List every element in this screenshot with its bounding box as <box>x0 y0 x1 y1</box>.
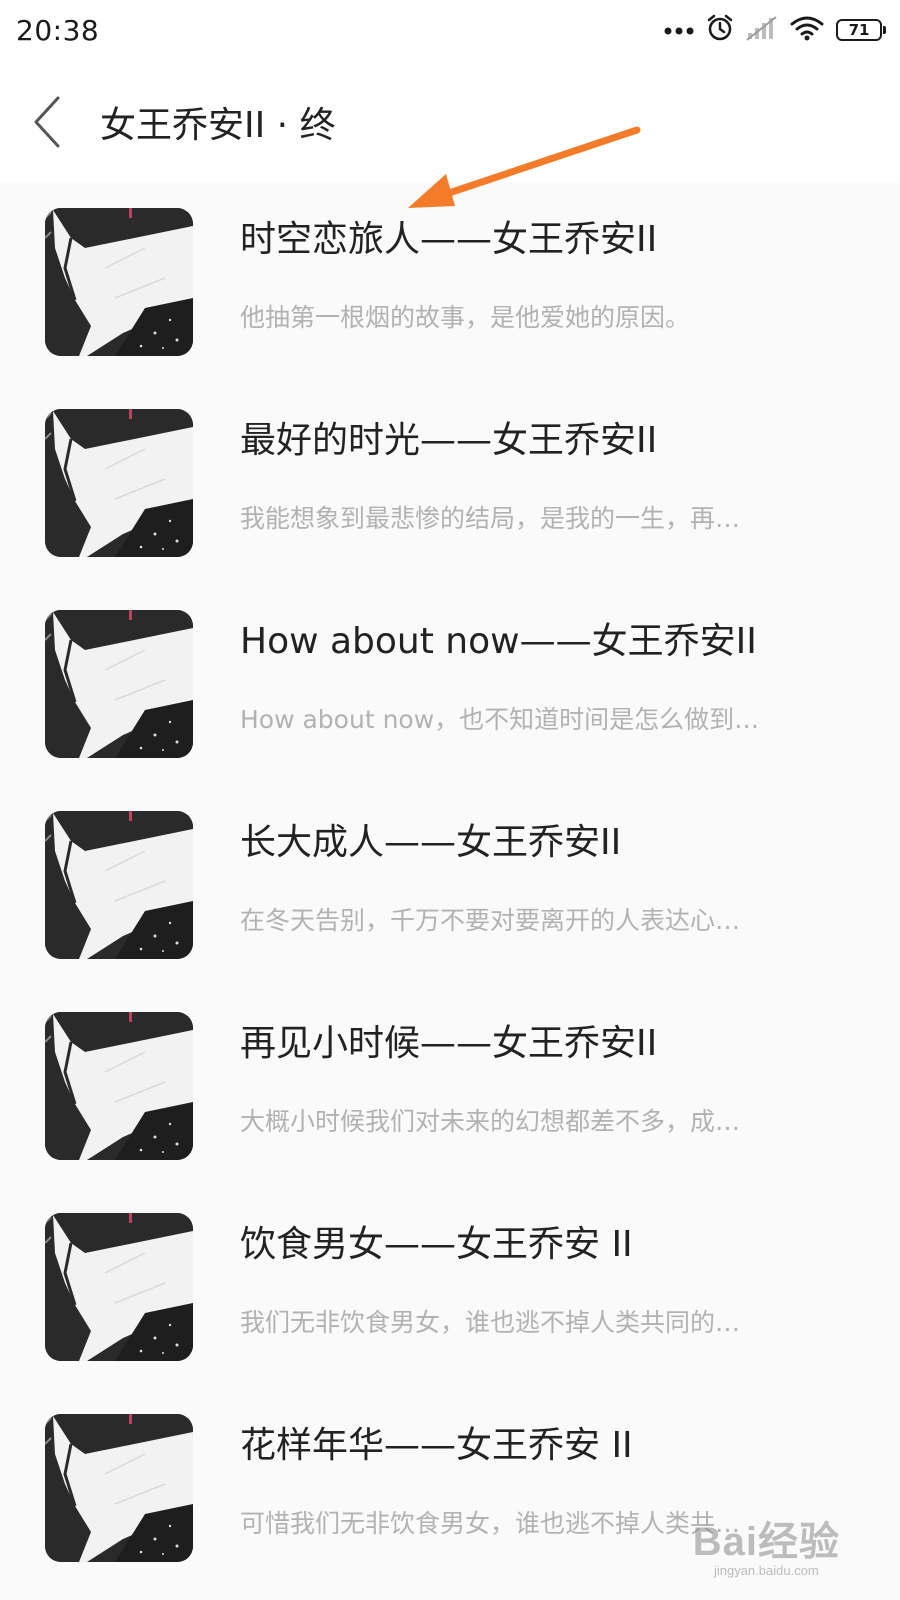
song-title: 长大成人——女王乔安II <box>240 822 622 863</box>
more-dots-icon <box>664 21 694 40</box>
nav-bar: 女王乔安II · 终 <box>0 62 900 182</box>
album-cover-image <box>45 1012 193 1160</box>
song-description: 在冬天告别，千万不要对要离开的人表达心… <box>240 906 741 935</box>
signal-icon <box>746 15 778 45</box>
album-cover-image <box>45 1414 193 1562</box>
song-title: How about now——女王乔安II <box>240 621 757 662</box>
song-description: 我能想象到最悲惨的结局，是我的一生，再… <box>240 504 741 533</box>
status-icons: 71 <box>664 14 886 46</box>
back-button[interactable] <box>22 92 78 152</box>
song-description: 大概小时候我们对未来的幻想都差不多，成… <box>240 1107 741 1136</box>
status-time: 20:38 <box>16 14 100 47</box>
song-title: 花样年华——女王乔安 II <box>240 1425 633 1466</box>
album-cover-image <box>45 208 193 356</box>
song-list-item[interactable]: 时空恋旅人——女王乔安II 他抽第一根烟的故事，是他爱她的原因。 <box>0 182 900 383</box>
song-description: How about now，也不知道时间是怎么做到… <box>240 705 760 734</box>
song-description: 我们无非饮食男女，谁也逃不掉人类共同的… <box>240 1308 741 1337</box>
song-list-item[interactable]: 花样年华——女王乔安 II 可惜我们无非饮食男女，谁也逃不掉人类共… <box>0 1388 900 1589</box>
song-list: 时空恋旅人——女王乔安II 他抽第一根烟的故事，是他爱她的原因。 最好的时光——女… <box>0 182 900 1589</box>
song-list-item[interactable]: How about now——女王乔安II How about now，也不知道时… <box>0 584 900 785</box>
song-list-item[interactable]: 饮食男女——女王乔安 II 我们无非饮食男女，谁也逃不掉人类共同的… <box>0 1187 900 1388</box>
chevron-left-icon <box>34 96 60 148</box>
song-title: 时空恋旅人——女王乔安II <box>240 219 658 260</box>
page-title: 女王乔安II · 终 <box>100 105 336 146</box>
song-list-item[interactable]: 最好的时光——女王乔安II 我能想象到最悲惨的结局，是我的一生，再… <box>0 383 900 584</box>
album-cover-image <box>45 409 193 557</box>
alarm-icon <box>706 14 734 46</box>
song-title: 再见小时候——女王乔安II <box>240 1023 658 1064</box>
album-cover-image <box>45 811 193 959</box>
status-bar: 20:38 71 <box>0 0 900 62</box>
wifi-icon <box>790 15 824 45</box>
song-list-item[interactable]: 再见小时候——女王乔安II 大概小时候我们对未来的幻想都差不多，成… <box>0 986 900 1187</box>
album-cover-image <box>45 1213 193 1361</box>
song-list-item[interactable]: 长大成人——女王乔安II 在冬天告别，千万不要对要离开的人表达心… <box>0 785 900 986</box>
album-cover-image <box>45 610 193 758</box>
song-description: 他抽第一根烟的故事，是他爱她的原因。 <box>240 303 691 332</box>
song-title: 饮食男女——女王乔安 II <box>240 1224 633 1265</box>
battery-icon: 71 <box>836 19 886 41</box>
song-title: 最好的时光——女王乔安II <box>240 420 658 461</box>
song-description: 可惜我们无非饮食男女，谁也逃不掉人类共… <box>240 1509 741 1538</box>
